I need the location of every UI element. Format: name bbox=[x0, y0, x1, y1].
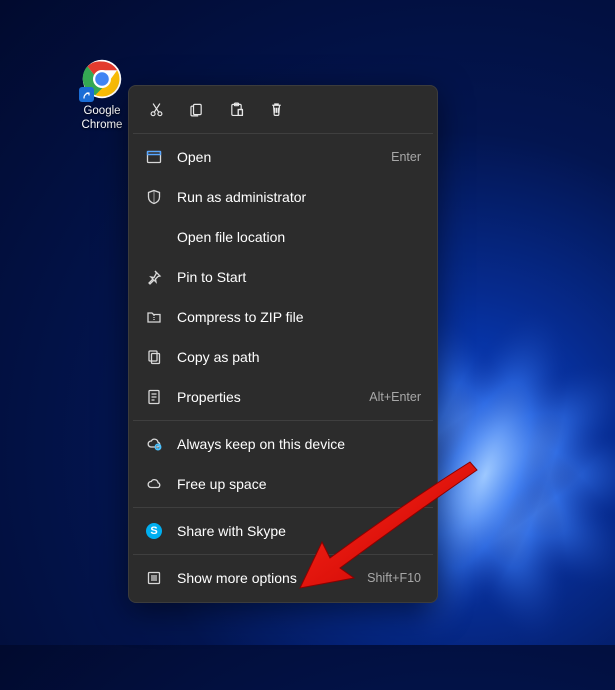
paste-button[interactable] bbox=[219, 94, 253, 124]
delete-button[interactable] bbox=[259, 94, 293, 124]
separator bbox=[133, 420, 433, 421]
properties-icon bbox=[145, 388, 163, 406]
menu-item-label: Show more options bbox=[177, 570, 353, 586]
pin-icon bbox=[145, 268, 163, 286]
menu-item-label: Pin to Start bbox=[177, 269, 421, 285]
shortcut-overlay-icon bbox=[79, 87, 94, 102]
menu-item-accel: Shift+F10 bbox=[367, 571, 421, 585]
copy-button[interactable] bbox=[179, 94, 213, 124]
copypath-icon bbox=[145, 348, 163, 366]
blank-icon bbox=[145, 228, 163, 246]
menu-item-compress-zip[interactable]: Compress to ZIP file bbox=[133, 297, 433, 337]
desktop-shortcut-label: Google Chrome bbox=[72, 104, 132, 133]
menu-item-open-file-location[interactable]: Open file location bbox=[133, 217, 433, 257]
menu-item-copy-as-path[interactable]: Copy as path bbox=[133, 337, 433, 377]
separator bbox=[133, 554, 433, 555]
menu-item-free-up-space[interactable]: Free up space bbox=[133, 464, 433, 504]
menu-item-run-as-admin[interactable]: Run as administrator bbox=[133, 177, 433, 217]
desktop-shortcut-chrome[interactable]: Google Chrome bbox=[72, 58, 132, 133]
separator bbox=[133, 133, 433, 134]
shield-icon bbox=[145, 188, 163, 206]
quick-action-row bbox=[133, 90, 433, 130]
menu-item-label: Run as administrator bbox=[177, 189, 421, 205]
menu-item-accel: Enter bbox=[391, 150, 421, 164]
menu-item-label: Properties bbox=[177, 389, 355, 405]
cut-button[interactable] bbox=[139, 94, 173, 124]
menu-item-label: Compress to ZIP file bbox=[177, 309, 421, 325]
context-menu: Open Enter Run as administrator Open fil… bbox=[128, 85, 438, 603]
menu-item-pin-to-start[interactable]: Pin to Start bbox=[133, 257, 433, 297]
menu-item-label: Share with Skype bbox=[177, 523, 421, 539]
zip-icon bbox=[145, 308, 163, 326]
menu-item-show-more-options[interactable]: Show more options Shift+F10 bbox=[133, 558, 433, 598]
menu-item-share-skype[interactable]: S Share with Skype bbox=[133, 511, 433, 551]
menu-item-label: Open bbox=[177, 149, 377, 165]
window-icon bbox=[145, 148, 163, 166]
menu-item-always-keep[interactable]: Always keep on this device bbox=[133, 424, 433, 464]
menu-item-properties[interactable]: Properties Alt+Enter bbox=[133, 377, 433, 417]
skype-icon: S bbox=[145, 522, 163, 540]
cloud-sync-icon bbox=[145, 435, 163, 453]
menu-item-label: Free up space bbox=[177, 476, 421, 492]
menu-item-label: Always keep on this device bbox=[177, 436, 421, 452]
more-icon bbox=[145, 569, 163, 587]
menu-item-open[interactable]: Open Enter bbox=[133, 137, 433, 177]
separator bbox=[133, 507, 433, 508]
menu-item-accel: Alt+Enter bbox=[369, 390, 421, 404]
cloud-icon bbox=[145, 475, 163, 493]
menu-item-label: Open file location bbox=[177, 229, 421, 245]
menu-item-label: Copy as path bbox=[177, 349, 421, 365]
chrome-icon bbox=[81, 58, 123, 100]
